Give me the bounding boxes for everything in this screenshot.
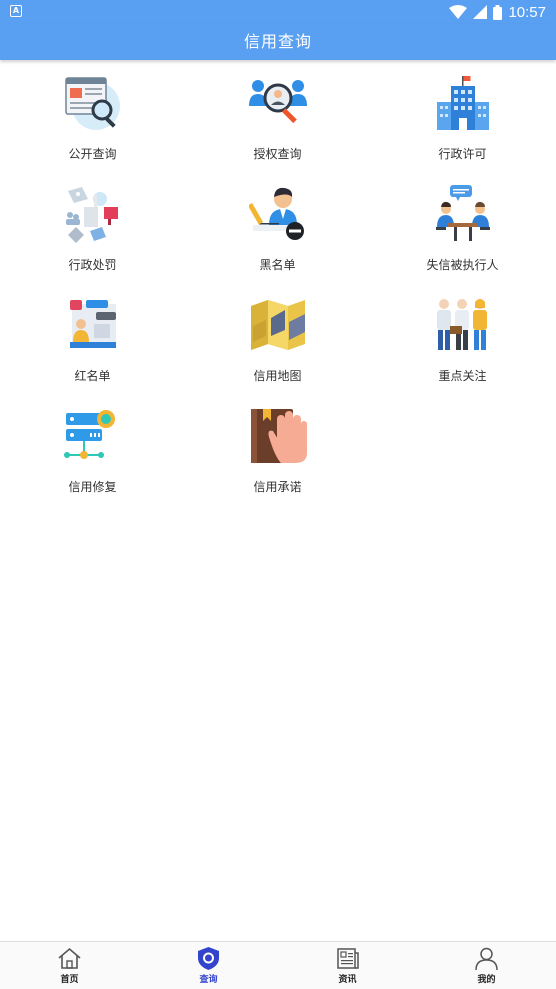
profile-icon [475,947,498,971]
grid-item-label: 失信被执行人 [426,258,499,272]
grid-item-admin-penalty[interactable]: 行政处罚 [0,171,185,282]
repair-server-icon [64,410,115,459]
redlist-icon [70,300,116,348]
shield-icon [198,947,219,970]
grid-item-credit-repair[interactable]: 信用修复 [0,393,185,504]
grid-item-label: 重点关注 [438,369,487,383]
map-icon [251,300,305,350]
penalty-icon [66,187,118,243]
grid-item-label: 公开查询 [68,147,117,161]
grid-item-dishonest-executee[interactable]: 失信被执行人 [370,171,555,282]
tab-label: 资讯 [338,975,357,985]
authorized-search-icon [249,80,307,124]
grid-item-label: 行政许可 [438,147,487,161]
grid-item-key-focus[interactable]: 重点关注 [370,282,555,393]
status-time: 10:57 [508,3,546,21]
wifi-icon [449,5,468,19]
notification-icon: A [10,5,22,17]
government-building-icon [437,76,489,130]
grid-item-authorized-search[interactable]: 授权查询 [185,60,370,171]
grid-item-public-search[interactable]: 公开查询 [0,60,185,171]
grid-item-label: 信用修复 [68,480,117,494]
tab-label: 首页 [60,975,79,985]
tab-label: 查询 [199,975,218,985]
grid-item-credit-map[interactable]: 信用地图 [185,282,370,393]
tab-profile[interactable]: 我的 [417,942,556,989]
blacklist-icon [249,187,304,240]
tab-home[interactable]: 首页 [0,942,139,989]
app-header: 信用查询 [0,24,556,60]
grid-item-label: 信用承诺 [253,480,302,494]
status-icons: 10:57 [449,2,546,22]
meeting-icon [436,185,490,241]
grid-item-credit-promise[interactable]: 信用承诺 [185,393,370,504]
people-icon [437,299,487,350]
grid-item-label: 黑名单 [259,258,296,272]
home-icon [58,947,81,969]
grid-item-label: 行政处罚 [68,258,117,272]
grid-item-label: 信用地图 [253,369,302,383]
grid-item-label: 红名单 [74,369,111,383]
tab-query[interactable]: 查询 [139,942,278,989]
promise-hand-icon [251,409,307,463]
page-title: 信用查询 [243,32,312,51]
grid-item-redlist[interactable]: 红名单 [0,282,185,393]
news-icon [337,948,359,969]
public-search-icon [65,77,120,130]
status-bar: A 10:57 [0,0,556,24]
signal-icon [473,5,488,19]
grid-item-blacklist[interactable]: 黑名单 [185,171,370,282]
grid-item-label: 授权查询 [253,147,302,161]
tab-label: 我的 [477,975,496,985]
tab-news[interactable]: 资讯 [278,942,417,989]
battery-icon [493,4,503,20]
bottom-tab-bar: 首页 查询 资讯 我的 [0,941,556,989]
grid-item-admin-license[interactable]: 行政许可 [370,60,555,171]
